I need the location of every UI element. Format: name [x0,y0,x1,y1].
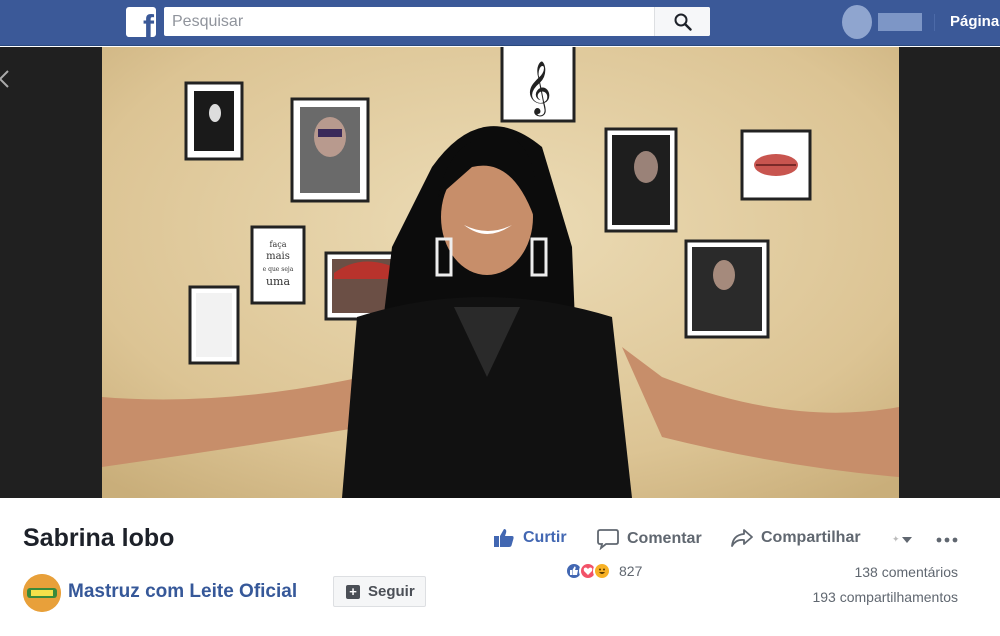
poster-quote-line-4: uma [266,275,291,288]
reactions-count: 827 [619,563,643,579]
share-dropdown-chevron-icon[interactable]: ✦ [892,532,916,548]
video-still-image: 𝄞 faça mais e que seja uma [102,47,899,498]
comments-count-link[interactable]: 138 comentários [854,564,958,580]
poster-microphone [184,81,244,161]
video-player-area: 𝄞 faça mais e que seja uma [0,47,1000,498]
comment-label: Comentar [627,530,702,547]
svg-text:𝄞: 𝄞 [524,60,551,116]
nav-link-page[interactable]: Página [950,13,999,30]
like-label: Curtir [523,529,567,546]
plus-icon: + [346,584,360,599]
poster-lips [740,129,812,201]
reactions-summary[interactable]: 827 [565,562,642,580]
facebook-logo[interactable]: f [126,7,156,37]
top-navigation-bar: f Página [0,0,1000,46]
share-button[interactable]: Compartilhar [731,528,861,548]
user-avatar[interactable] [842,5,872,39]
poster-quote-line-3: e que seja [263,266,294,273]
page-name-link[interactable]: Mastruz com Leite Oficial [68,581,297,603]
shares-count-link[interactable]: 193 compartilhamentos [812,589,958,605]
previous-chevron-icon[interactable] [0,69,12,89]
comment-button[interactable]: Comentar [597,528,702,550]
poster-quote: faça mais e que seja uma [250,225,306,305]
poster-woman-right [604,127,678,233]
share-arrow-icon [731,529,753,547]
follow-button[interactable]: + Seguir [333,576,426,607]
speech-bubble-icon [597,529,619,550]
facebook-logo-letter: f [143,8,154,37]
thumbs-up-icon [494,529,514,547]
video-frame[interactable]: 𝄞 faça mais e que seja uma [102,47,899,498]
poster-woman-far-right [684,239,770,339]
search-box [164,7,710,36]
nav-divider [934,14,935,31]
poster-quote-line-2: mais [266,251,290,262]
follow-button-label: Seguir [368,583,415,600]
poster-small-left [188,285,240,365]
like-button[interactable]: Curtir [493,528,567,548]
svg-text:✦: ✦ [892,534,900,544]
search-input[interactable] [164,7,654,36]
share-label: Compartilhar [761,529,861,546]
poster-quote-line-1: faça [270,240,287,249]
haha-reaction-icon [593,562,611,580]
page-avatar[interactable] [23,574,61,612]
video-title: Sabrina lobo [23,524,175,552]
user-name-redacted[interactable] [878,13,922,31]
video-info-panel: Sabrina lobo Mastruz com Leite Oficial +… [0,498,1000,636]
search-button[interactable] [654,7,710,36]
poster-music-clef: 𝄞 [500,47,576,123]
ellipsis-icon[interactable] [936,537,958,543]
page-logo-icon [23,574,61,612]
poster-sunglasses-woman [290,97,370,203]
search-icon [674,13,692,31]
